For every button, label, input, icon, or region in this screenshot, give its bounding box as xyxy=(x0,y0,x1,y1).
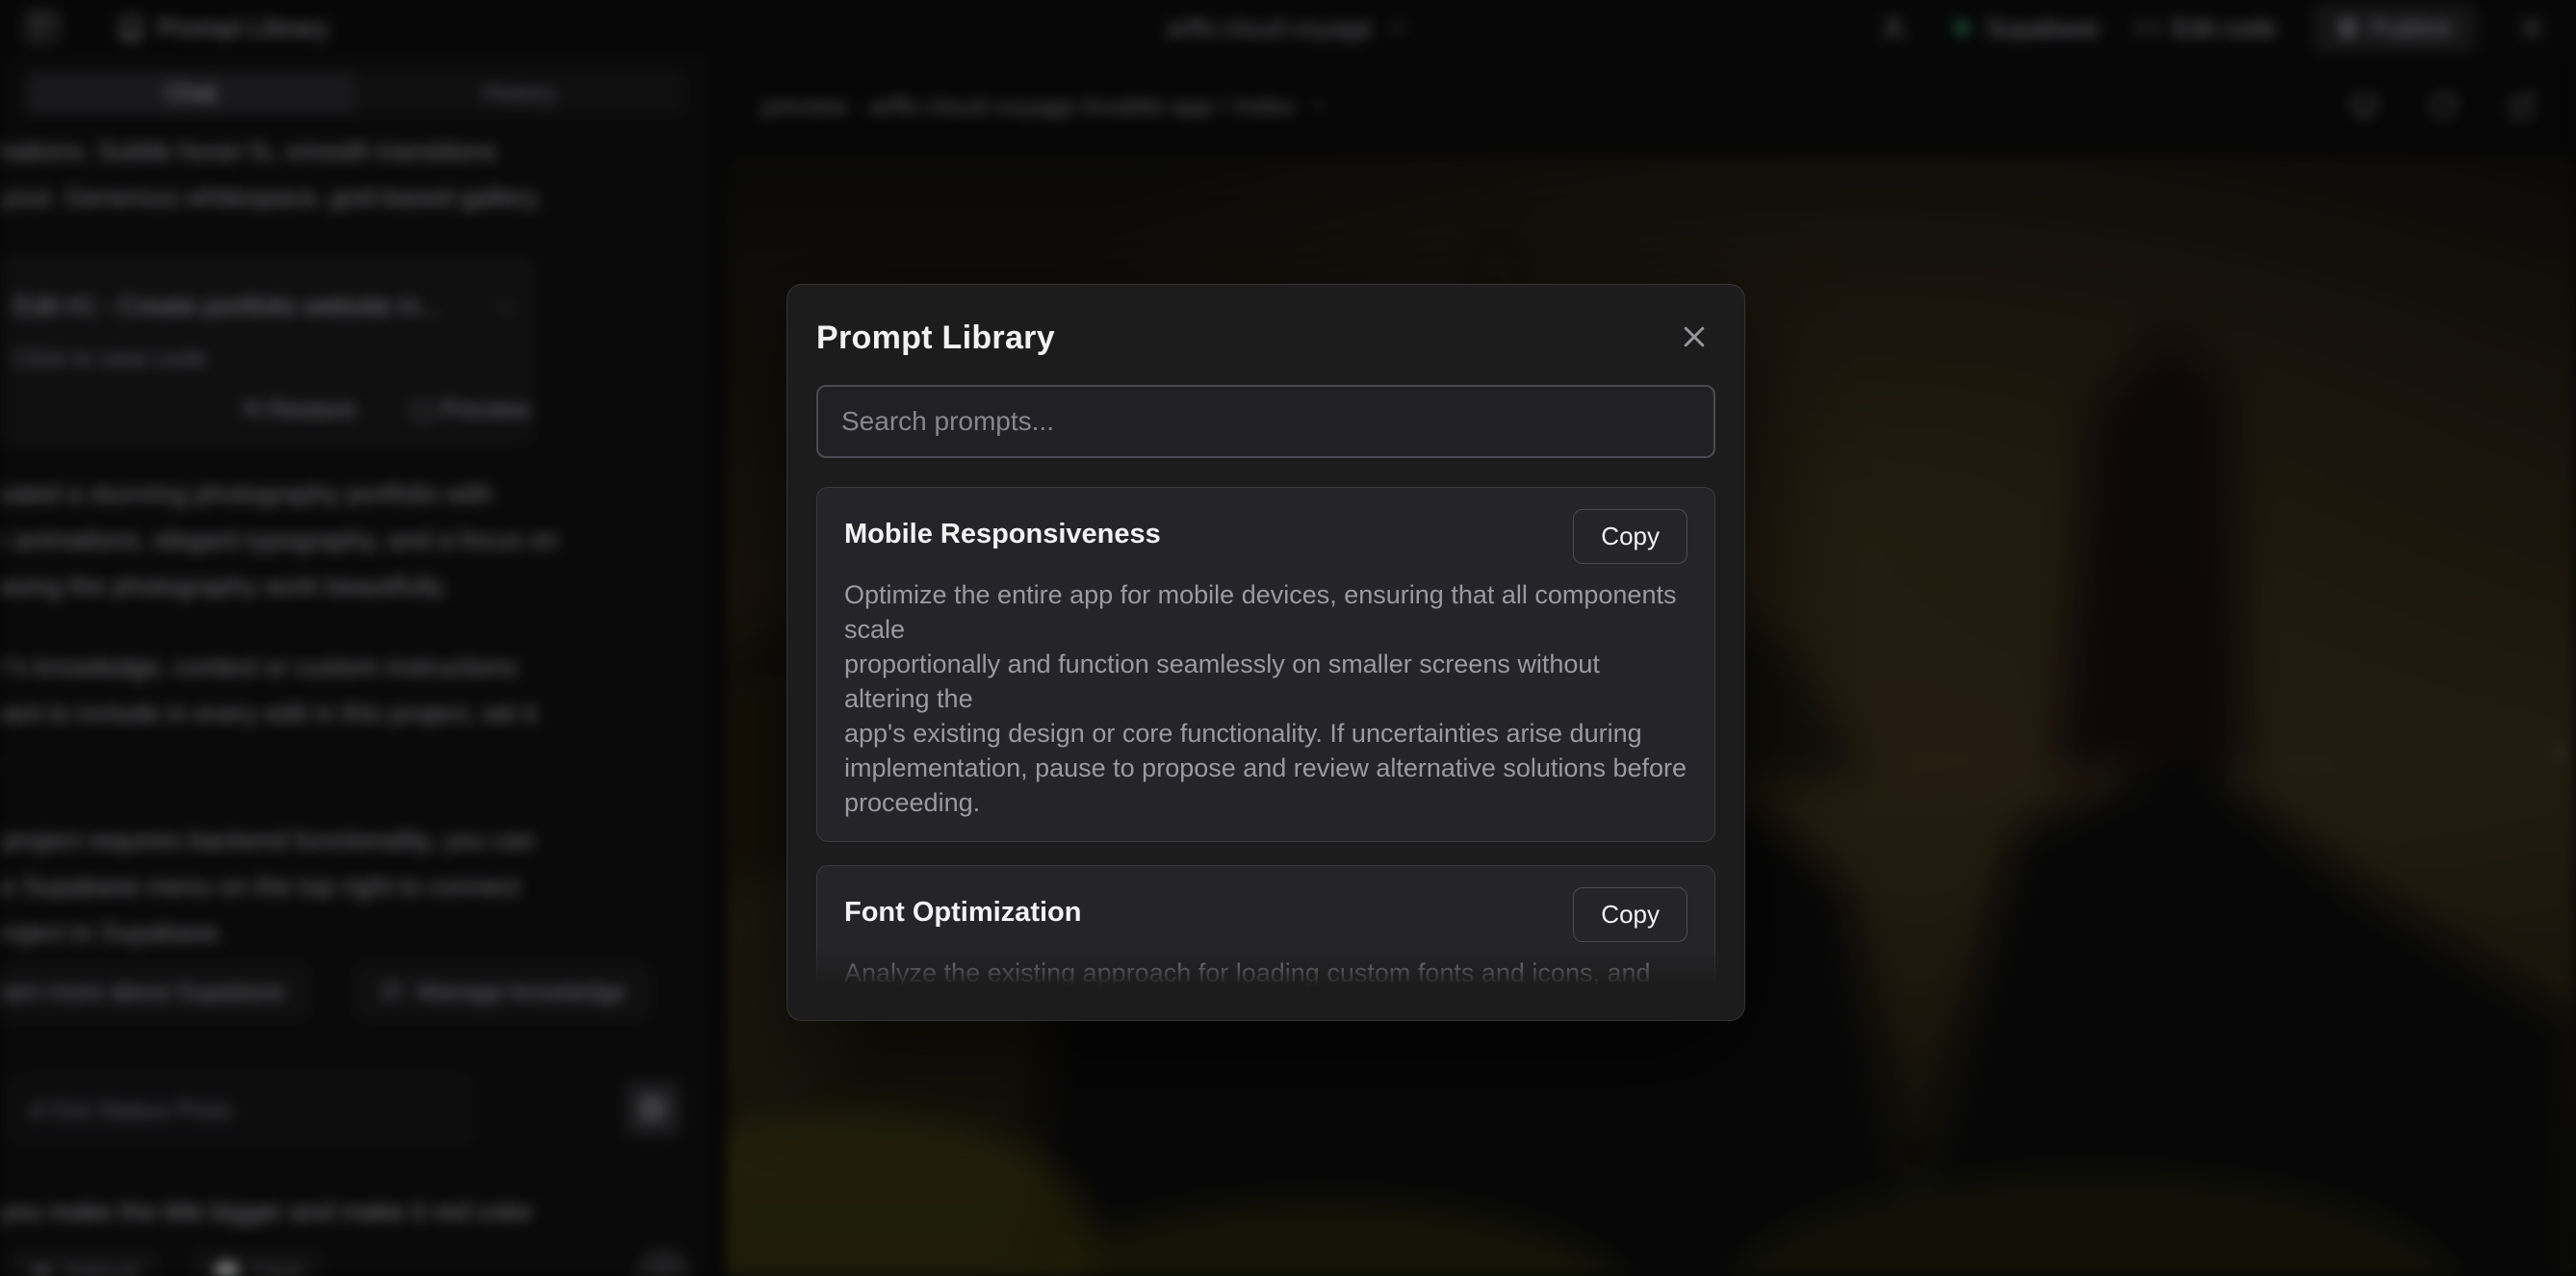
modal-header: Prompt Library xyxy=(816,314,1715,362)
prompt-title: Font Optimization xyxy=(844,887,1081,929)
copy-button[interactable]: Copy xyxy=(1573,509,1687,564)
prompt-library-modal: Prompt Library Mobile Responsiveness Cop… xyxy=(786,284,1745,1021)
prompt-list: Mobile Responsiveness Copy Optimize the … xyxy=(816,487,1715,997)
prompt-body: Optimize the entire app for mobile devic… xyxy=(844,577,1687,820)
prompt-title: Mobile Responsiveness xyxy=(844,509,1161,550)
close-icon xyxy=(1680,322,1709,354)
screenshot-root: Prompt Library arffs-cloud-voyage Supaba… xyxy=(0,0,2576,1276)
search-prompts-input[interactable] xyxy=(816,385,1715,458)
prompt-card-mobile-responsiveness: Mobile Responsiveness Copy Optimize the … xyxy=(816,487,1715,842)
modal-title: Prompt Library xyxy=(816,319,1055,357)
prompt-card-font-optimization: Font Optimization Copy Analyze the exist… xyxy=(816,865,1715,997)
close-button[interactable] xyxy=(1673,317,1715,359)
prompt-body: Analyze the existing approach for loadin… xyxy=(844,956,1687,997)
copy-button[interactable]: Copy xyxy=(1573,887,1687,942)
